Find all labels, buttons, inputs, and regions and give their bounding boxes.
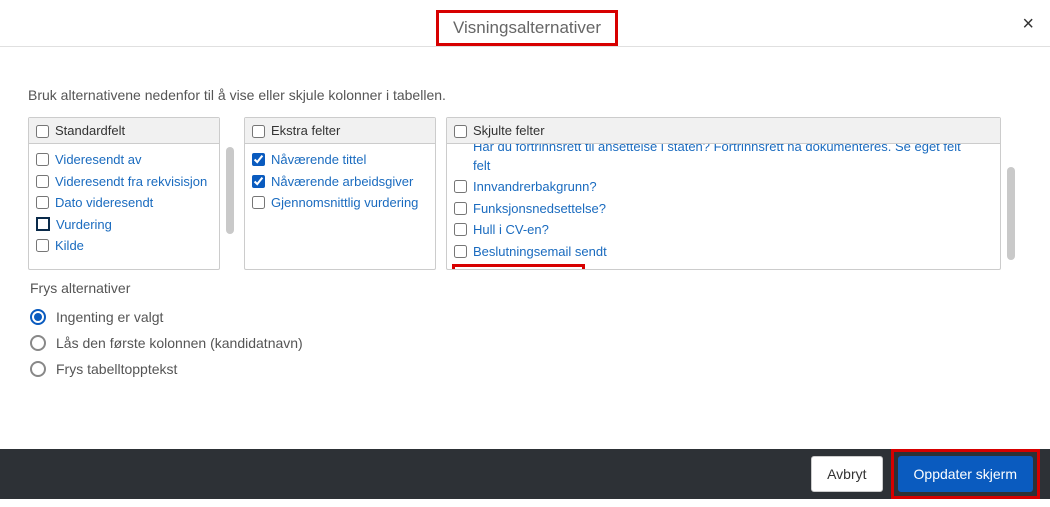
item-label[interactable]: felt [473,157,490,175]
hidden-select-all-checkbox[interactable] [454,125,467,138]
update-button-highlight: Oppdater skjerm [891,449,1040,499]
item-checkbox[interactable] [252,153,265,166]
radio-icon [30,361,46,377]
extra-header-label: Ekstra felter [271,123,340,138]
list-item: Innvandrerbakgrunn? [454,176,993,198]
freeze-option-header[interactable]: Frys tabelltopptekst [30,356,1020,382]
item-label[interactable]: Beslutningsemail sendt [473,243,607,261]
item-label[interactable]: Dato videresendt [55,194,153,212]
dialog-body: Bruk alternativene nedenfor til å vise e… [0,47,1050,382]
hidden-panel-wrap: Skjulte felter Har du fortrinnsrett til … [446,117,1015,270]
list-item: Beslutningsemail sendt [454,241,993,263]
item-label[interactable]: Kilde [55,237,84,255]
dialog-footer: Avbryt Oppdater skjerm [0,449,1050,499]
item-checkbox[interactable] [454,180,467,193]
item-label[interactable]: Videresendt av [55,151,142,169]
hidden-list: Har du fortrinnsrett til ansettelse i st… [447,144,1000,269]
item-label[interactable]: Nåværende arbeidsgiver [271,173,413,191]
radio-label: Lås den første kolonnen (kandidatnavn) [56,335,303,351]
item-checkbox[interactable] [36,196,49,209]
item-checkbox[interactable] [36,239,49,252]
hidden-panel: Skjulte felter Har du fortrinnsrett til … [446,117,1001,270]
instruction-text: Bruk alternativene nedenfor til å vise e… [28,87,1022,103]
item-checkbox[interactable] [454,245,467,258]
radio-label: Frys tabelltopptekst [56,361,177,377]
item-label[interactable]: Kandidatrangering [474,267,580,269]
standard-panel: Standardfelt Videresendt av Videresendt … [28,117,220,270]
list-item: Videresendt fra rekvisisjon [36,171,212,193]
item-checkbox-outlined[interactable] [36,217,50,231]
columns-container: Standardfelt Videresendt av Videresendt … [28,117,1022,270]
item-checkbox[interactable] [454,202,467,215]
display-options-dialog: Visningsalternativer × Bruk alternativen… [0,0,1050,507]
list-item: Videresendt av [36,149,212,171]
item-label[interactable]: Gjennomsnittlig vurdering [271,194,418,212]
hidden-panel-header: Skjulte felter [447,118,1000,144]
update-button[interactable]: Oppdater skjerm [898,456,1033,492]
standard-panel-header: Standardfelt [29,118,219,144]
item-label[interactable]: Hull i CV-en? [473,221,549,239]
list-item-highlighted: Kandidatrangering [454,262,993,269]
standard-select-all-checkbox[interactable] [36,125,49,138]
item-label[interactable]: Innvandrerbakgrunn? [473,178,597,196]
list-item-cutoff: Har du fortrinnsrett til ansettelse i st… [473,144,993,158]
item-checkbox[interactable] [454,223,467,236]
freeze-title: Frys alternativer [30,280,1020,296]
cancel-button[interactable]: Avbryt [811,456,882,492]
item-checkbox[interactable] [252,196,265,209]
item-checkbox[interactable] [36,153,49,166]
list-item: Funksjonsnedsettelse? [454,198,993,220]
extra-list: Nåværende tittel Nåværende arbeidsgiver … [245,144,435,219]
item-label[interactable]: Nåværende tittel [271,151,366,169]
list-item: Dato videresendt [36,192,212,214]
freeze-options: Frys alternativer Ingenting er valgt Lås… [30,280,1020,382]
freeze-option-first-column[interactable]: Lås den første kolonnen (kandidatnavn) [30,330,1020,356]
item-checkbox[interactable] [252,175,265,188]
item-checkbox[interactable] [36,175,49,188]
freeze-option-none[interactable]: Ingenting er valgt [30,304,1020,330]
standard-header-label: Standardfelt [55,123,125,138]
radio-icon [30,335,46,351]
hidden-header-label: Skjulte felter [473,123,545,138]
standard-list: Videresendt av Videresendt fra rekvisisj… [29,144,219,262]
extra-panel-header: Ekstra felter [245,118,435,144]
list-item: felt [454,155,993,177]
dialog-header: Visningsalternativer × [0,0,1050,47]
extra-panel: Ekstra felter Nåværende tittel Nåværende… [244,117,436,270]
list-item: Nåværende tittel [252,149,428,171]
extra-select-all-checkbox[interactable] [252,125,265,138]
list-item: Nåværende arbeidsgiver [252,171,428,193]
close-icon[interactable]: × [1022,14,1034,34]
scrollbar-indicator[interactable] [226,147,234,234]
list-item: Hull i CV-en? [454,219,993,241]
radio-label: Ingenting er valgt [56,309,163,325]
item-label[interactable]: Videresendt fra rekvisisjon [55,173,207,191]
list-item: Kilde [36,235,212,257]
scrollbar-indicator[interactable] [1007,167,1015,260]
standard-panel-wrap: Standardfelt Videresendt av Videresendt … [28,117,234,270]
list-item: Gjennomsnittlig vurdering [252,192,428,214]
dialog-title: Visningsalternativer [436,10,618,46]
radio-icon [30,309,46,325]
item-label[interactable]: Funksjonsnedsettelse? [473,200,606,218]
extra-panel-wrap: Ekstra felter Nåværende tittel Nåværende… [244,117,436,270]
item-label-cutoff[interactable]: Har du fortrinnsrett til ansettelse i st… [473,144,961,156]
list-item: Vurdering [36,214,212,236]
item-label[interactable]: Vurdering [56,216,112,234]
